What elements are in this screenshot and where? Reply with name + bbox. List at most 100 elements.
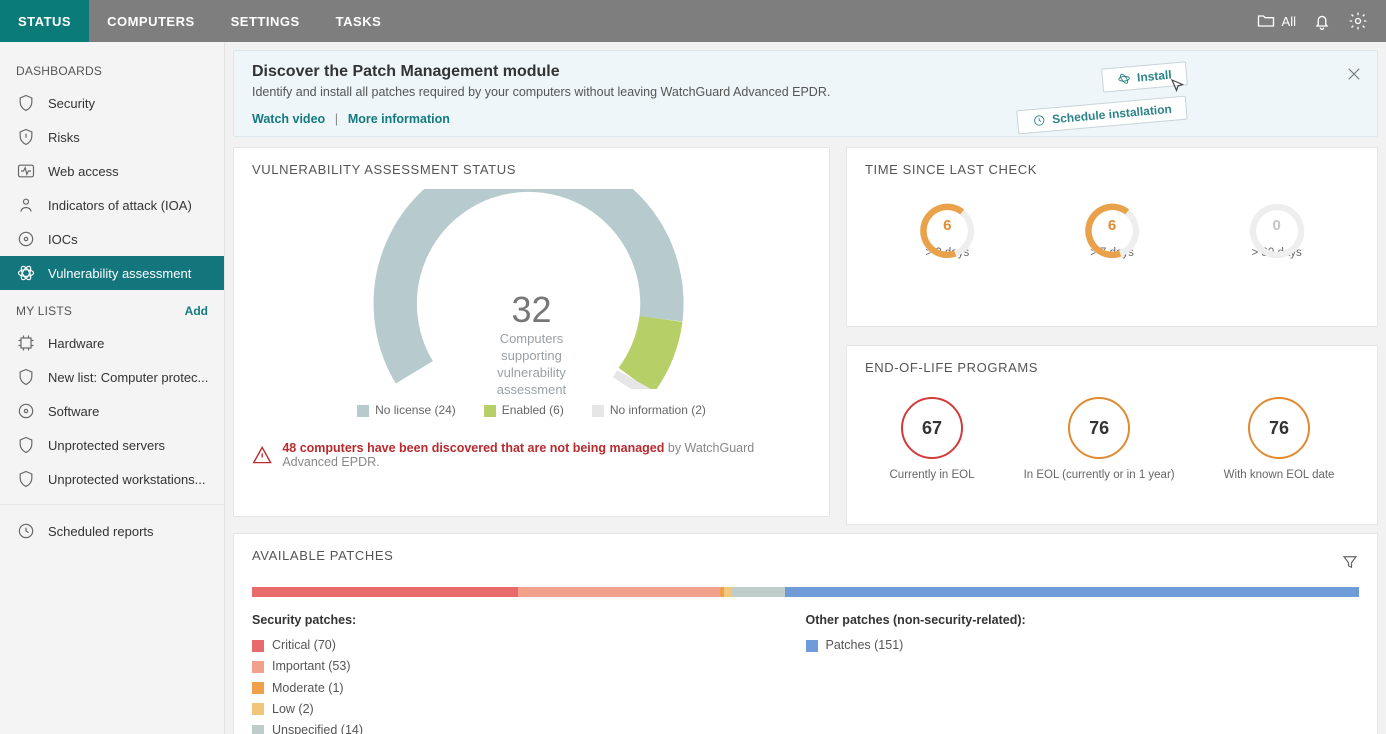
folder-icon: [1256, 11, 1276, 31]
sidebar-item-web-access[interactable]: Web access: [0, 154, 224, 188]
separator: |: [329, 111, 344, 126]
sidebar-item-newlist[interactable]: New list: Computer protec...: [0, 360, 224, 394]
unmanaged-alert[interactable]: 48 computers have been discovered that a…: [252, 435, 811, 469]
patch-legend-important[interactable]: Important (53): [252, 656, 806, 677]
legend-item[interactable]: No license (24): [357, 403, 456, 417]
gauge-legend: No license (24) Enabled (6) No informati…: [252, 403, 811, 417]
atom-icon: [1117, 71, 1132, 86]
legend-item[interactable]: Enabled (6): [484, 403, 564, 417]
sidebar-item-label: Risks: [48, 130, 80, 145]
patches-bar[interactable]: [252, 587, 1359, 597]
eol-value: 76: [1068, 397, 1130, 459]
patch-segment-low[interactable]: [724, 587, 732, 597]
eol-tile[interactable]: 67 Currently in EOL: [890, 397, 975, 481]
atom-icon: [16, 263, 36, 283]
scope-selector[interactable]: All: [1256, 11, 1296, 31]
legend-item[interactable]: No information (2): [592, 403, 706, 417]
swatch-icon: [252, 640, 264, 652]
sidebar-item-label: Indicators of attack (IOA): [48, 198, 192, 213]
sidebar-item-software[interactable]: Software: [0, 394, 224, 428]
sidebar-item-label: Scheduled reports: [48, 524, 154, 539]
card-eol-programs: END-OF-LIFE PROGRAMS 67 Currently in EOL…: [846, 345, 1378, 525]
sidebar-item-scheduled-reports[interactable]: Scheduled reports: [0, 514, 224, 548]
patch-segment-important[interactable]: [518, 587, 720, 597]
shield-icon: [16, 469, 36, 489]
patch-legend-low[interactable]: Low (2): [252, 699, 806, 720]
shield-icon: [16, 367, 36, 387]
patch-legend-critical[interactable]: Critical (70): [252, 635, 806, 656]
card-vulnerability-status: VULNERABILITY ASSESSMENT STATUS 32 Compu…: [233, 147, 830, 517]
filter-icon[interactable]: [1341, 553, 1359, 571]
sidebar-item-hardware[interactable]: Hardware: [0, 326, 224, 360]
time-tile[interactable]: 0 > 30 days: [1245, 199, 1309, 259]
eol-label: With known EOL date: [1224, 469, 1335, 481]
schedule-installation-button[interactable]: Schedule installation: [1016, 96, 1187, 135]
swatch-icon: [252, 725, 264, 734]
promo-title: Discover the Patch Management module: [252, 63, 1359, 81]
sec-heading: Security patches:: [252, 613, 806, 627]
card-title: AVAILABLE PATCHES: [252, 548, 393, 563]
promo-banner: Discover the Patch Management module Ide…: [233, 50, 1378, 137]
eol-value: 67: [901, 397, 963, 459]
eol-value: 76: [1248, 397, 1310, 459]
sidebar-item-label: Web access: [48, 164, 119, 179]
add-list-link[interactable]: Add: [185, 304, 208, 318]
swatch-icon: [252, 682, 264, 694]
tab-settings[interactable]: SETTINGS: [213, 0, 318, 42]
alert-strong: 48 computers have been discovered that a…: [282, 441, 664, 455]
swatch-icon: [252, 661, 264, 673]
card-time-since-check: TIME SINCE LAST CHECK 6 > 3 days 6 > 7 d…: [846, 147, 1378, 327]
target-icon: [16, 229, 36, 249]
patch-segment-critical[interactable]: [252, 587, 518, 597]
patch-segment-unspecified[interactable]: [731, 587, 784, 597]
security-patches-col: Security patches: Critical (70)Important…: [252, 613, 806, 734]
eol-label: Currently in EOL: [890, 469, 975, 481]
patch-segment-other[interactable]: [785, 587, 1359, 597]
sidebar-item-vulnerability[interactable]: Vulnerability assessment: [0, 256, 224, 290]
tab-computers[interactable]: COMPUTERS: [89, 0, 213, 42]
sidebar-item-label: Software: [48, 404, 99, 419]
sidebar-item-label: Vulnerability assessment: [48, 266, 191, 281]
card-title: TIME SINCE LAST CHECK: [865, 162, 1359, 177]
sidebar-item-label: Security: [48, 96, 95, 111]
card-available-patches: AVAILABLE PATCHES Security patches: Crit…: [233, 533, 1378, 734]
eol-tile[interactable]: 76 With known EOL date: [1224, 397, 1335, 481]
close-icon[interactable]: [1345, 65, 1363, 86]
gear-icon[interactable]: [1348, 11, 1368, 31]
gauge-label: supporting: [501, 348, 562, 363]
patch-legend-moderate[interactable]: Moderate (1): [252, 678, 806, 699]
shield-icon: [16, 93, 36, 113]
install-button-label: Install: [1137, 68, 1173, 85]
sidebar-item-risks[interactable]: Risks: [0, 120, 224, 154]
gauge-label: assessment: [497, 382, 566, 397]
disc-icon: [16, 401, 36, 421]
main-content: Discover the Patch Management module Ide…: [225, 42, 1386, 734]
patch-legend-other[interactable]: Patches (151): [806, 635, 1360, 656]
sidebar-group-mylists: MY LISTS: [16, 304, 72, 318]
sidebar-item-ioa[interactable]: Indicators of attack (IOA): [0, 188, 224, 222]
sidebar-item-unprotected-servers[interactable]: Unprotected servers: [0, 428, 224, 462]
more-info-link[interactable]: More information: [348, 112, 450, 126]
vulnerability-gauge[interactable]: 32 Computers supporting vulnerability as…: [361, 189, 701, 389]
patch-legend-unspecified[interactable]: Unspecified (14): [252, 720, 806, 734]
sidebar-item-label: New list: Computer protec...: [48, 370, 208, 385]
warning-icon: [252, 444, 272, 466]
time-value: 0: [1245, 217, 1309, 234]
card-title: END-OF-LIFE PROGRAMS: [865, 360, 1359, 375]
eol-label: In EOL (currently or in 1 year): [1024, 469, 1175, 481]
clock-icon: [1032, 113, 1047, 128]
time-tile[interactable]: 6 > 3 days: [915, 199, 979, 259]
watch-video-link[interactable]: Watch video: [252, 112, 325, 126]
sidebar-item-unprotected-workstations[interactable]: Unprotected workstations...: [0, 462, 224, 496]
sidebar-item-iocs[interactable]: IOCs: [0, 222, 224, 256]
chip-icon: [16, 333, 36, 353]
time-tile[interactable]: 6 > 7 days: [1080, 199, 1144, 259]
bell-icon[interactable]: [1312, 11, 1332, 31]
tab-tasks[interactable]: TASKS: [318, 0, 400, 42]
eol-tile[interactable]: 76 In EOL (currently or in 1 year): [1024, 397, 1175, 481]
sidebar-item-label: IOCs: [48, 232, 78, 247]
tab-status[interactable]: STATUS: [0, 0, 89, 42]
card-title: VULNERABILITY ASSESSMENT STATUS: [252, 162, 811, 177]
swatch-icon: [252, 703, 264, 715]
sidebar-item-security[interactable]: Security: [0, 86, 224, 120]
